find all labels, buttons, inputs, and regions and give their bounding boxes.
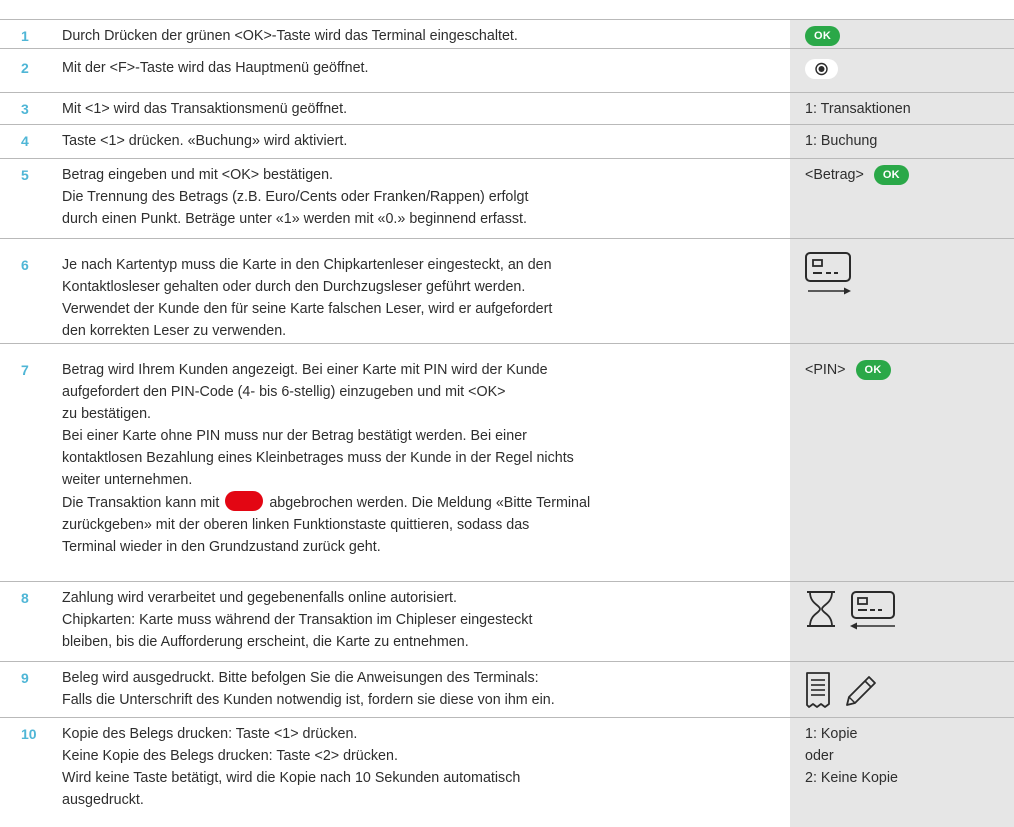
step-text: Kontaktlosleser gehalten oder durch den … xyxy=(62,279,526,295)
step-text: Verwendet der Kunde den für seine Karte … xyxy=(62,301,553,317)
step-number: 6 xyxy=(21,257,29,273)
menu-option-text: oder xyxy=(805,748,834,764)
step-text: abgebrochen werden. Die Meldung «Bitte T… xyxy=(269,495,591,511)
step-row: 1 Durch Drücken der grünen <OK>-Taste wi… xyxy=(0,19,1014,49)
card-insert-icon xyxy=(805,251,853,299)
step-text: ausgedruckt. xyxy=(62,792,144,808)
step-text: Taste <1> drücken. «Buchung» wird aktivi… xyxy=(62,133,348,149)
step-row: 7 Betrag wird Ihrem Kunden angezeigt. Be… xyxy=(0,343,1014,582)
step-text: den korrekten Leser zu verwenden. xyxy=(62,323,287,339)
step-text: weiter unternehmen. xyxy=(62,472,193,488)
step-number: 3 xyxy=(21,101,29,117)
step-row: 6 Je nach Kartentyp muss die Karte in de… xyxy=(0,238,1014,344)
step-text: Beleg wird ausgedruckt. Bitte befolgen S… xyxy=(62,670,539,686)
menu-option-text: 1: Buchung xyxy=(805,133,878,149)
step-text: durch einen Punkt. Beträge unter «1» wer… xyxy=(62,211,527,227)
pin-prompt-text: <PIN> xyxy=(805,362,846,378)
pen-icon xyxy=(843,671,879,709)
step-text: Mit der <F>-Taste wird das Hauptmenü geö… xyxy=(62,60,369,76)
step-text: Chipkarten: Karte muss während der Trans… xyxy=(62,612,533,628)
step-text: Durch Drücken der grünen <OK>-Taste wird… xyxy=(62,28,518,44)
menu-option-text: 1: Kopie xyxy=(805,726,858,742)
step-description: Betrag eingeben und mit <OK> bestätigen.… xyxy=(62,164,762,230)
step-row: 3 Mit <1> wird das Transaktionsmenü geöf… xyxy=(0,92,1014,125)
menu-option-text: 1: Transaktionen xyxy=(805,101,911,117)
card-remove-icon xyxy=(847,590,897,638)
step-row: 5 Betrag eingeben und mit <OK> bestätige… xyxy=(0,158,1014,239)
step-key-panel: 1: Kopie oder 2: Keine Kopie xyxy=(790,718,1014,827)
step-description: Mit <1> wird das Transaktionsmenü geöffn… xyxy=(62,98,762,120)
step-text: zu bestätigen. xyxy=(62,406,152,422)
step-number: 4 xyxy=(21,133,29,149)
step-text: kontaktlosen Bezahlung eines Kleinbetrag… xyxy=(62,450,574,466)
step-description: Je nach Kartentyp muss die Karte in den … xyxy=(62,254,762,342)
step-description: Zahlung wird verarbeitet und gegebenenfa… xyxy=(62,587,762,653)
step-number: 10 xyxy=(21,726,37,742)
hourglass-icon xyxy=(805,590,837,628)
step-text: Mit <1> wird das Transaktionsmenü geöffn… xyxy=(62,101,348,117)
ok-key-icon: OK xyxy=(805,26,841,47)
step-text-with-cancel-key: Die Transaktion kann mit abgebrochen wer… xyxy=(62,491,762,514)
step-text: Betrag eingeben und mit <OK> bestätigen. xyxy=(62,167,334,183)
ok-key-icon: OK xyxy=(873,165,909,186)
step-description: Beleg wird ausgedruckt. Bitte befolgen S… xyxy=(62,667,762,711)
step-text: Wird keine Taste betätigt, wird die Kopi… xyxy=(62,770,521,786)
step-row: 10 Kopie des Belegs drucken: Taste <1> d… xyxy=(0,717,1014,827)
step-text: Keine Kopie des Belegs drucken: Taste <2… xyxy=(62,748,398,764)
step-row: 8 Zahlung wird verarbeitet und gegebenen… xyxy=(0,581,1014,662)
step-row: 9 Beleg wird ausgedruckt. Bitte befolgen… xyxy=(0,661,1014,718)
step-number: 7 xyxy=(21,362,29,378)
step-text: Kopie des Belegs drucken: Taste <1> drüc… xyxy=(62,726,358,742)
menu-option-text: 2: Keine Kopie xyxy=(805,770,898,786)
ok-key-icon: OK xyxy=(855,360,891,381)
step-text: Die Trennung des Betrags (z.B. Euro/Cent… xyxy=(62,189,529,205)
step-key-panel: 1: Transaktionen xyxy=(790,93,1014,125)
cancel-key-icon xyxy=(225,491,264,511)
amount-prompt-text: <Betrag> xyxy=(805,167,864,183)
step-text: aufgefordert den PIN-Code (4- bis 6-stel… xyxy=(62,384,506,400)
step-row: 4 Taste <1> drücken. «Buchung» wird akti… xyxy=(0,124,1014,159)
step-text: Zahlung wird verarbeitet und gegebenenfa… xyxy=(62,590,458,606)
step-key-panel: <Betrag> OK xyxy=(790,159,1014,239)
step-key-panel: <PIN> OK xyxy=(790,344,1014,582)
step-text: bleiben, bis die Aufforderung erscheint,… xyxy=(62,634,469,650)
step-description: Durch Drücken der grünen <OK>-Taste wird… xyxy=(62,25,762,47)
step-text: zurückgeben» mit der oberen linken Funkt… xyxy=(62,517,530,533)
step-key-panel xyxy=(790,49,1014,93)
step-description: Betrag wird Ihrem Kunden angezeigt. Bei … xyxy=(62,359,762,558)
step-text: Falls die Unterschrift des Kunden notwen… xyxy=(62,692,555,708)
step-number: 9 xyxy=(21,670,29,686)
step-text: Die Transaktion kann mit xyxy=(62,495,220,511)
receipt-icon xyxy=(805,671,831,709)
step-key-panel xyxy=(790,662,1014,718)
step-row: 2 Mit der <F>-Taste wird das Hauptmenü g… xyxy=(0,48,1014,93)
step-number: 8 xyxy=(21,590,29,606)
step-description: Taste <1> drücken. «Buchung» wird aktivi… xyxy=(62,130,762,152)
step-key-panel xyxy=(790,239,1014,344)
step-text: Je nach Kartentyp muss die Karte in den … xyxy=(62,257,552,273)
step-key-panel xyxy=(790,582,1014,662)
step-key-panel: 1: Buchung xyxy=(790,125,1014,159)
step-number: 1 xyxy=(21,28,29,44)
f-key-icon xyxy=(805,59,838,80)
step-number: 2 xyxy=(21,60,29,76)
step-description: Mit der <F>-Taste wird das Hauptmenü geö… xyxy=(62,57,762,79)
step-text: Terminal wieder in den Grundzustand zurü… xyxy=(62,539,381,555)
step-number: 5 xyxy=(21,167,29,183)
step-description: Kopie des Belegs drucken: Taste <1> drüc… xyxy=(62,723,762,811)
step-text: Bei einer Karte ohne PIN muss nur der Be… xyxy=(62,428,527,444)
step-key-panel: OK xyxy=(790,20,1014,49)
step-text: Betrag wird Ihrem Kunden angezeigt. Bei … xyxy=(62,362,548,378)
